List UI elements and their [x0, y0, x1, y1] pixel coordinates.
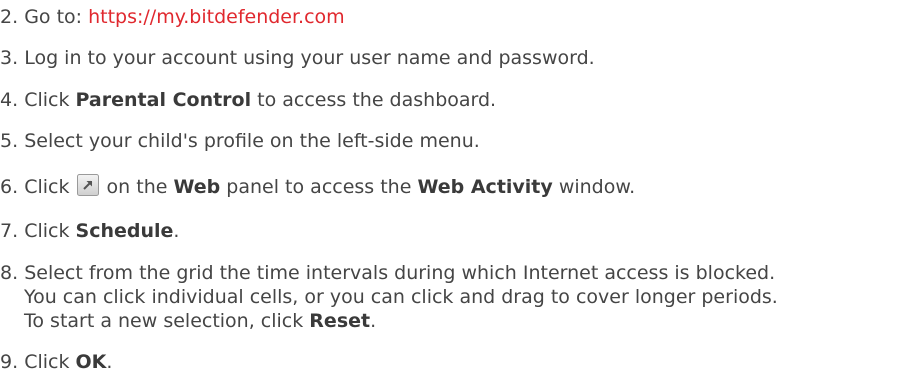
web-activity-label: Web Activity — [417, 176, 553, 198]
step-text-pre: Click — [24, 176, 76, 198]
reset-label: Reset — [309, 310, 371, 332]
step-text: Go to: — [24, 6, 89, 28]
step-text-post: . — [106, 351, 113, 373]
step-number: 7. — [0, 220, 19, 242]
step-number: 3. — [0, 47, 19, 69]
step-text-post: . — [173, 220, 180, 242]
instruction-steps: 2. Go to: https://my.bitdefender.com 3. … — [0, 0, 907, 385]
step-text: Select your child's profile on the left-… — [24, 130, 480, 152]
step-number: 5. — [0, 130, 19, 152]
step-text-pre: Click — [24, 351, 76, 373]
step-7: 7. Click Schedule. — [0, 219, 179, 243]
step-8: 8. Select from the grid the time interva… — [0, 261, 778, 333]
step-5: 5. Select your child's profile on the le… — [0, 129, 480, 153]
step-number: 6. — [0, 176, 19, 198]
step-number: 2. — [0, 6, 19, 28]
step-number: 9. — [0, 351, 19, 373]
step-text-pre: Click — [24, 220, 76, 242]
step-9: 9. Click OK. — [0, 350, 112, 374]
step-text-line1: Select from the grid the time intervals … — [24, 262, 776, 284]
step-text-post: window. — [552, 176, 636, 198]
ok-label: OK — [75, 351, 107, 373]
step-text-mid: on the — [100, 176, 174, 198]
step-text-mid: panel to access the — [220, 176, 418, 198]
schedule-label: Schedule — [75, 220, 174, 242]
bitdefender-link[interactable]: https://my.bitdefender.com — [88, 6, 345, 28]
step-2: 2. Go to: https://my.bitdefender.com — [0, 5, 345, 29]
step-3: 3. Log in to your account using your use… — [0, 46, 595, 70]
step-text-line3-pre: To start a new selection, click — [24, 310, 310, 332]
step-number: 4. — [0, 89, 19, 111]
step-text-post: to access the dashboard. — [251, 89, 497, 111]
step-text: Log in to your account using your user n… — [24, 47, 595, 69]
step-text-pre: Click — [24, 89, 76, 111]
step-text-line3-post: . — [370, 310, 377, 332]
step-text-line2: You can click individual cells, or you c… — [24, 286, 778, 308]
web-panel-label: Web — [173, 176, 221, 198]
step-number: 8. — [0, 262, 19, 284]
step-6: 6. Click on the Web panel to access the … — [0, 174, 635, 199]
expand-window-icon — [76, 174, 99, 196]
step-4: 4. Click Parental Control to access the … — [0, 88, 496, 112]
parental-control-label: Parental Control — [75, 89, 252, 111]
